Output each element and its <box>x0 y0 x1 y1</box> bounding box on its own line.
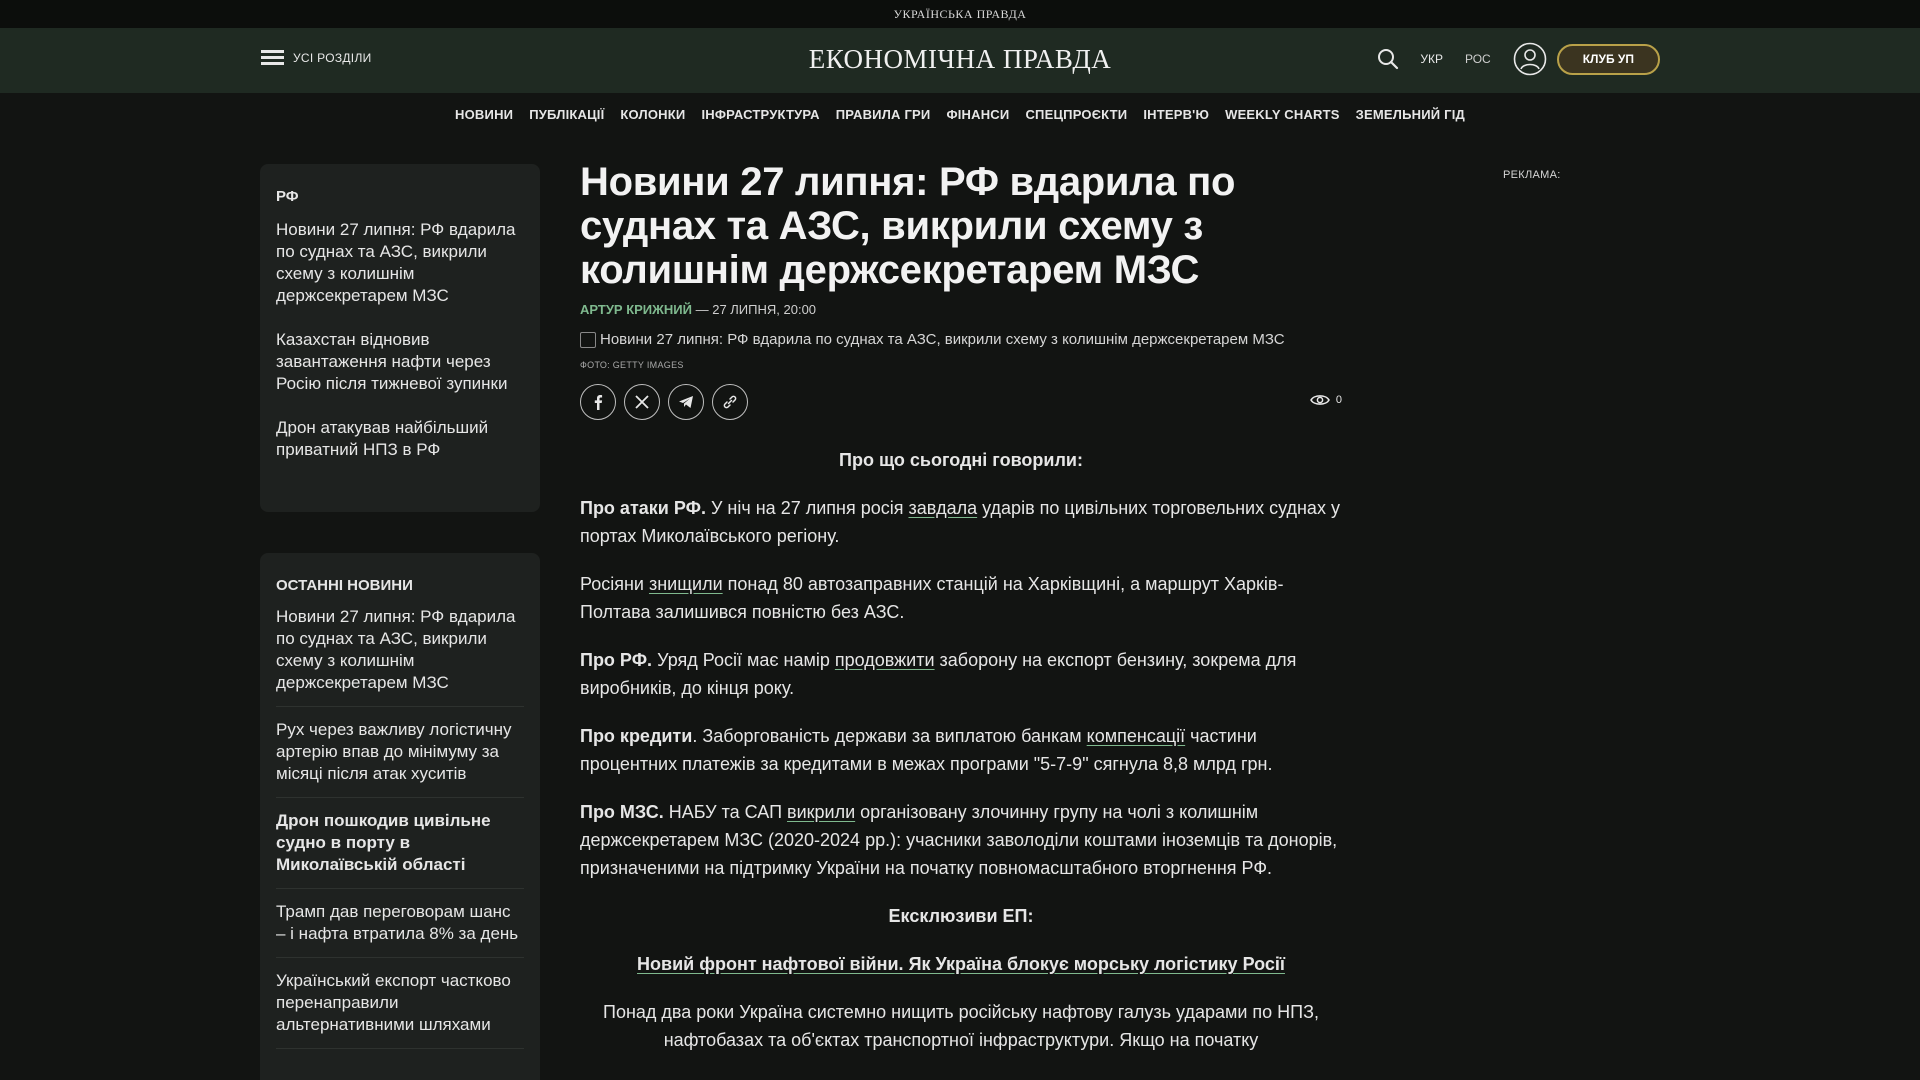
paragraph-russia: Про РФ. Уряд Росії має намір продовжити … <box>580 646 1342 702</box>
article-intro: Про що сьогодні говорили: <box>839 450 1083 470</box>
article-title: Новини 27 липня: РФ вдарила по суднах та… <box>580 160 1236 292</box>
latest-news-item[interactable]: Трамп дав переговорам шанс – і нафта втр… <box>276 901 524 958</box>
paragraph-text: . Заборгованість держави за виплатою бан… <box>692 726 1087 746</box>
article-image: Новини 27 липня: РФ вдарила по суднах та… <box>580 331 1342 348</box>
club-up-button[interactable]: КЛУБ УП <box>1556 43 1660 75</box>
related-news-box: РФ Новини 27 липня: РФ вдарила по суднах… <box>260 164 540 512</box>
broken-image-icon <box>580 331 596 348</box>
main-nav: НОВИНИ ПУБЛІКАЦІЇ КОЛОНКИ ІНФРАСТРУКТУРА… <box>0 93 1920 135</box>
paragraph-text: Росіяни <box>580 574 649 594</box>
all-sections-menu[interactable]: УСІ РОЗДІЛИ <box>261 50 372 65</box>
nav-item-columns[interactable]: КОЛОНКИ <box>620 107 685 122</box>
nav-item-finance[interactable]: ФІНАНСИ <box>946 107 1009 122</box>
nav-item-land-guide[interactable]: ЗЕМЕЛЬНИЙ ГІД <box>1356 107 1465 122</box>
paragraph-gas-stations: Росіяни знищили понад 80 автозаправних с… <box>580 570 1342 626</box>
x-share-icon[interactable] <box>624 384 660 420</box>
paragraph-text: Уряд Росії має намір <box>652 650 835 670</box>
photo-credit: ФОТО: GETTY IMAGES <box>580 360 684 370</box>
related-item[interactable]: Казахстан відновив завантаження нафти че… <box>276 329 524 395</box>
latest-news-box: ОСТАННІ НОВИНИ Новини 27 липня: РФ вдари… <box>260 553 540 1080</box>
exclusive-summary: Понад два роки Україна системно нищить р… <box>603 1002 1319 1050</box>
inline-link[interactable]: завдала <box>908 498 977 518</box>
user-account-icon[interactable] <box>1513 42 1547 76</box>
paragraph-lead: Про РФ. <box>580 650 653 670</box>
nav-item-interview[interactable]: ІНТЕРВ'Ю <box>1143 107 1209 122</box>
ad-label: РЕКЛАМА: <box>1503 169 1561 181</box>
article-body: Про що сьогодні говорили: Про атаки РФ. … <box>580 446 1342 1054</box>
up-brand-link[interactable]: УКРАЇНСЬКА ПРАВДА <box>894 7 1027 22</box>
paragraph-text: НАБУ та САП <box>663 802 788 822</box>
author-link[interactable]: АРТУР КРИЖНИЙ <box>580 302 692 317</box>
related-item[interactable]: Новини 27 липня: РФ вдарила по суднах та… <box>276 219 524 307</box>
related-item[interactable]: Дрон атакував найбільший приватний НПЗ в… <box>276 417 524 461</box>
menu-label: УСІ РОЗДІЛИ <box>293 50 372 65</box>
lang-ros-link[interactable]: РОС <box>1465 52 1491 66</box>
inline-link[interactable]: компенсації <box>1087 726 1185 746</box>
site-logo[interactable]: ЕКОНОМІЧНА ПРАВДА <box>809 44 1112 75</box>
site-header: УСІ РОЗДІЛИ ЕКОНОМІЧНА ПРАВДА УКР РОС КЛ… <box>0 28 1920 93</box>
exclusives-heading: Ексклюзиви ЕП: <box>888 906 1034 926</box>
share-bar: 0 <box>580 384 1342 420</box>
paragraph-attacks: Про атаки РФ. У ніч на 27 липня росія за… <box>580 494 1342 550</box>
exclusive-link-row: Новий фронт нафтової війни. Як Україна б… <box>580 950 1342 978</box>
latest-news-item[interactable]: Дрон пошкодив цивільне судно в порту в М… <box>276 810 524 889</box>
latest-news-heading: ОСТАННІ НОВИНИ <box>276 577 413 594</box>
article: Новини 27 липня: РФ вдарила по суднах та… <box>580 160 1342 1074</box>
paragraph-lead: Про кредити <box>580 726 693 746</box>
copy-link-icon[interactable] <box>712 384 748 420</box>
views-counter: 0 <box>1310 393 1342 407</box>
header-actions: УКР РОС КЛУБ УП <box>1374 42 1660 76</box>
inline-link[interactable]: знищили <box>649 574 723 594</box>
views-count: 0 <box>1335 394 1342 406</box>
nav-item-news[interactable]: НОВИНИ <box>455 107 513 122</box>
eye-icon <box>1310 395 1330 405</box>
latest-news-item[interactable]: Український експорт частково перенаправи… <box>276 970 524 1049</box>
paragraph-text: У ніч на 27 липня росія <box>705 498 909 518</box>
paragraph-mfa: Про МЗС. НАБУ та САП викрили організован… <box>580 798 1342 882</box>
nav-item-weekly-charts[interactable]: WEEKLY CHARTS <box>1225 107 1340 122</box>
paragraph-lead: Про атаки РФ. <box>580 498 706 518</box>
inline-link[interactable]: продовжити <box>835 650 935 670</box>
nav-item-rules[interactable]: ПРАВИЛА ГРИ <box>836 107 931 122</box>
exclusive-article-link[interactable]: Новий фронт нафтової війни. Як Україна б… <box>637 954 1285 974</box>
publish-date: — 27 ЛИПНЯ, 20:00 <box>691 302 817 317</box>
facebook-share-icon[interactable] <box>580 384 616 420</box>
search-icon[interactable] <box>1374 45 1402 73</box>
latest-news-item[interactable]: Новини 27 липня: РФ вдарила по суднах та… <box>276 606 524 707</box>
hamburger-icon <box>261 50 284 65</box>
inline-link[interactable]: викрили <box>787 802 855 822</box>
image-alt-text: Новини 27 липня: РФ вдарила по суднах та… <box>600 331 1285 348</box>
article-byline: АРТУР КРИЖНИЙ — 27 ЛИПНЯ, 20:00 <box>580 302 1342 317</box>
nav-item-special-projects[interactable]: СПЕЦПРОЄКТИ <box>1025 107 1127 122</box>
nav-item-publications[interactable]: ПУБЛІКАЦІЇ <box>529 107 604 122</box>
latest-news-item[interactable]: Рух через важливу логістичну артерію впа… <box>276 719 524 798</box>
lang-ukr-link[interactable]: УКР <box>1420 52 1443 66</box>
paragraph-credits: Про кредити. Заборгованість держави за в… <box>580 722 1342 778</box>
paragraph-lead: Про МЗС. <box>580 802 664 822</box>
telegram-share-icon[interactable] <box>668 384 704 420</box>
nav-item-infrastructure[interactable]: ІНФРАСТРУКТУРА <box>701 107 819 122</box>
related-tag[interactable]: РФ <box>276 188 524 205</box>
top-brand-bar: УКРАЇНСЬКА ПРАВДА <box>0 0 1920 28</box>
